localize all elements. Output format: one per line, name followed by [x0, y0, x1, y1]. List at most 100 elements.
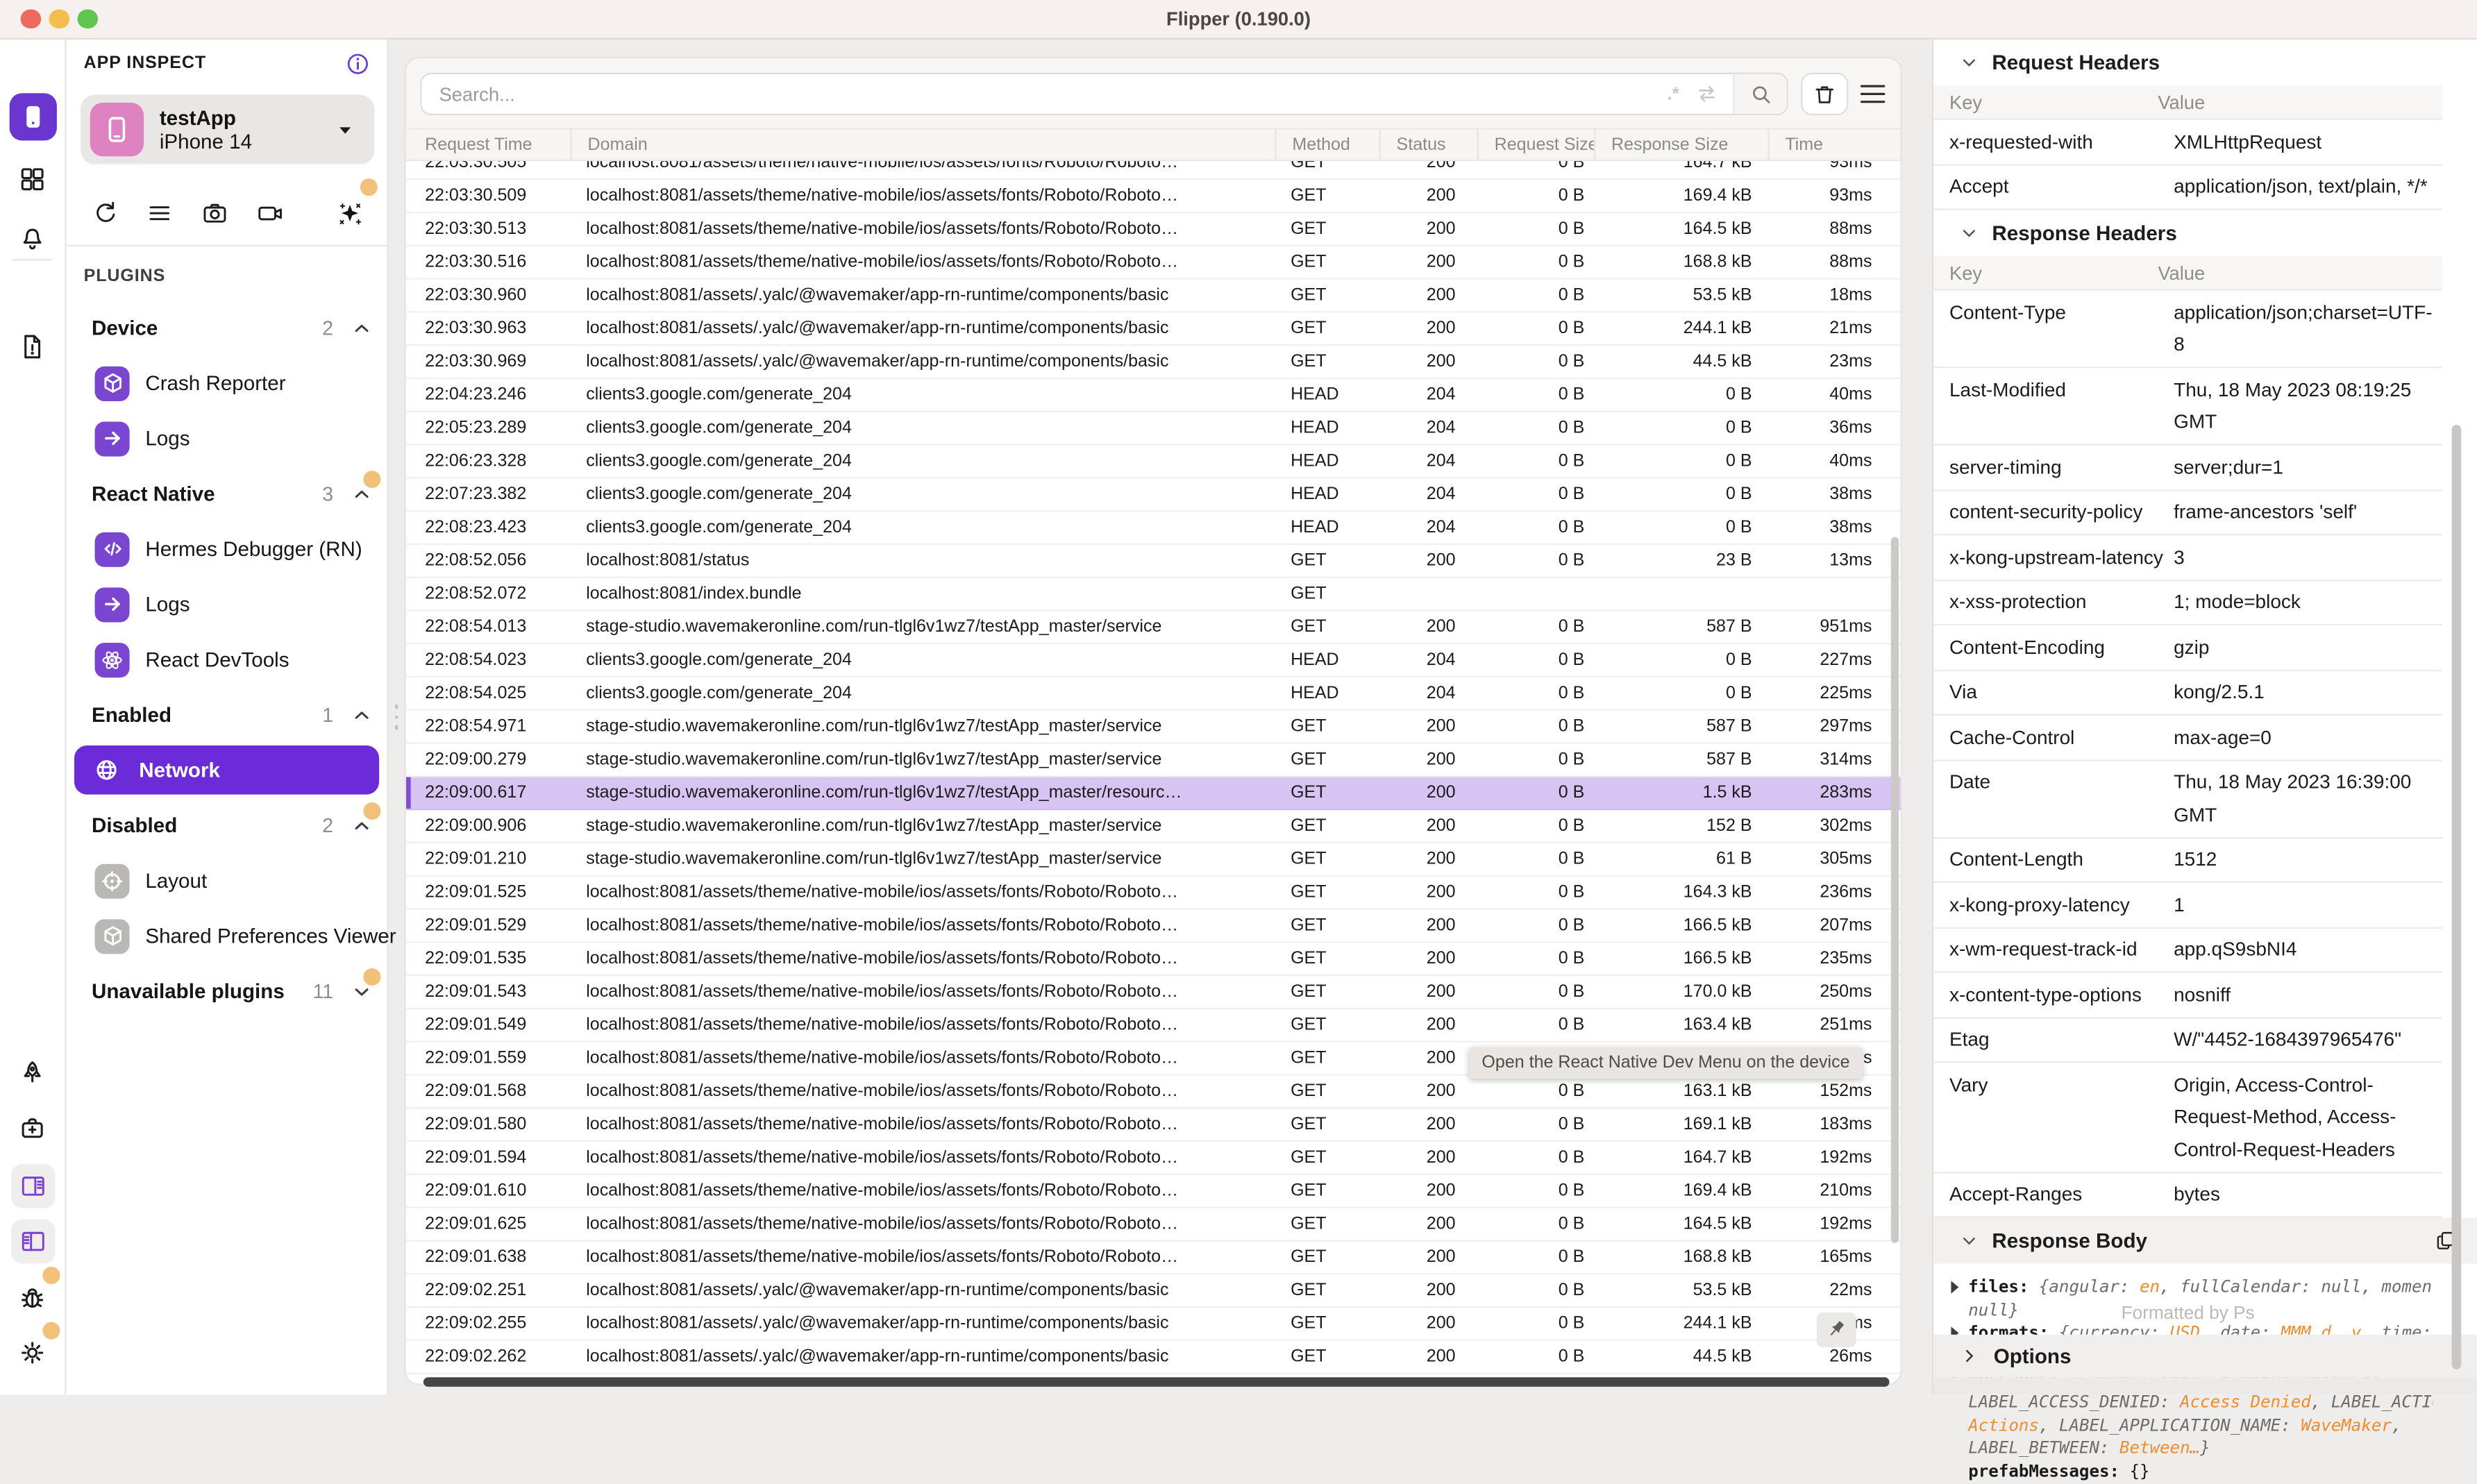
table-row[interactable]: 22:09:01.610localhost:8081/assets/theme/…	[406, 1175, 1902, 1208]
table-row[interactable]: 22:07:23.382clients3.google.com/generate…	[406, 478, 1902, 512]
column-header-status[interactable]: Status	[1379, 130, 1477, 160]
request-headers-section[interactable]: Request Headers	[1933, 40, 2442, 85]
table-row[interactable]: 22:09:02.251localhost:8081/assets/.yalc/…	[406, 1274, 1902, 1308]
sidebar-divider	[67, 245, 387, 246]
rail-rocket-icon[interactable]	[0, 1059, 65, 1088]
options-section[interactable]: Options	[1933, 1335, 2477, 1377]
table-row[interactable]: 22:03:30.509localhost:8081/assets/theme/…	[406, 180, 1902, 213]
plugin-group-disabled[interactable]: Disabled 2	[67, 798, 387, 853]
sidebar-item-logs[interactable]: Logs	[67, 577, 387, 632]
table-row[interactable]: 22:09:01.580localhost:8081/assets/theme/…	[406, 1108, 1902, 1142]
chevron-down-icon	[1960, 224, 1978, 242]
json-line[interactable]: files: {angular: en, fullCalendar: null,…	[1949, 1276, 2433, 1299]
table-row[interactable]: 22:09:01.210stage-studio.wavemakeronline…	[406, 843, 1902, 877]
device-selector[interactable]: testApp iPhone 14	[81, 95, 374, 165]
table-row[interactable]: 22:05:23.289clients3.google.com/generate…	[406, 412, 1902, 446]
table-row[interactable]: 22:08:52.056localhost:8081/statusGET2000…	[406, 545, 1902, 578]
minimize-traffic-light[interactable]	[49, 9, 69, 28]
table-row[interactable]: 22:03:30.516localhost:8081/assets/theme/…	[406, 246, 1902, 280]
table-row[interactable]: 22:03:30.963localhost:8081/assets/.yalc/…	[406, 313, 1902, 346]
response-body-section[interactable]: Response Body	[1933, 1217, 2477, 1263]
plugin-group-unavailable-plugins[interactable]: Unavailable plugins 11	[67, 963, 387, 1019]
table-row[interactable]: 22:03:30.505localhost:8081/assets/theme/…	[406, 161, 1902, 180]
response-headers-section[interactable]: Response Headers	[1933, 210, 2442, 256]
table-row[interactable]: 22:08:54.013stage-studio.wavemakeronline…	[406, 612, 1902, 645]
sidebar-item-network[interactable]: Network	[67, 742, 387, 798]
table-row[interactable]: 22:03:30.513localhost:8081/assets/theme/…	[406, 213, 1902, 246]
table-row[interactable]: 22:08:23.423clients3.google.com/generate…	[406, 512, 1902, 545]
table-row[interactable]: 22:09:01.529localhost:8081/assets/theme/…	[406, 910, 1902, 943]
toolbar-video-icon[interactable]	[250, 193, 291, 234]
table-row[interactable]: 22:09:01.568localhost:8081/assets/theme/…	[406, 1076, 1902, 1109]
rail-doc-alert-icon[interactable]	[0, 332, 65, 362]
table-row[interactable]: 22:04:23.246clients3.google.com/generate…	[406, 379, 1902, 412]
notification-dot	[360, 178, 378, 196]
table-row[interactable]: 22:08:54.971stage-studio.wavemakeronline…	[406, 711, 1902, 744]
plugin-group-device[interactable]: Device 2	[67, 300, 387, 355]
sidebar-item-crash-reporter[interactable]: Crash Reporter	[67, 355, 387, 411]
info-icon[interactable]	[344, 51, 371, 78]
notification-dot	[363, 471, 380, 488]
sidebar-item-hermes-debugger-rn-[interactable]: Hermes Debugger (RN)	[67, 521, 387, 577]
rail-grid-icon[interactable]	[0, 165, 65, 194]
table-row[interactable]: 22:08:54.025clients3.google.com/generate…	[406, 677, 1902, 711]
table-row[interactable]: 22:09:02.262localhost:8081/assets/.yalc/…	[406, 1341, 1902, 1374]
column-header-request-size[interactable]: Request Size	[1477, 130, 1594, 160]
table-horizontal-scrollbar[interactable]	[423, 1377, 1890, 1387]
table-row[interactable]: 22:09:01.638localhost:8081/assets/theme/…	[406, 1242, 1902, 1275]
sidebar-resize-handle[interactable]	[390, 705, 403, 743]
table-row[interactable]: 22:09:00.279stage-studio.wavemakeronline…	[406, 744, 1902, 777]
column-header-time[interactable]: Time	[1768, 130, 1890, 160]
toolbar-sparkle-icon[interactable]	[328, 193, 369, 234]
toolbar-camera-icon[interactable]	[194, 193, 235, 234]
sidebar-item-react-devtools[interactable]: React DevTools	[67, 632, 387, 687]
table-row[interactable]: 22:09:00.617stage-studio.wavemakeronline…	[406, 777, 1902, 811]
chevron-up-icon	[352, 319, 371, 337]
rail-gear-icon[interactable]	[0, 1338, 65, 1367]
device-name: iPhone 14	[160, 130, 252, 153]
regex-icon[interactable]: .*	[1656, 85, 1690, 103]
table-row[interactable]: 22:08:54.023clients3.google.com/generate…	[406, 644, 1902, 677]
table-row[interactable]: 22:06:23.328clients3.google.com/generate…	[406, 446, 1902, 479]
rail-panel-left-icon[interactable]	[0, 1220, 65, 1264]
table-row[interactable]: 22:09:01.549localhost:8081/assets/theme/…	[406, 1009, 1902, 1043]
column-header-method[interactable]: Method	[1275, 130, 1379, 160]
rail-bell-icon[interactable]	[0, 224, 65, 254]
sidebar-item-logs[interactable]: Logs	[67, 411, 387, 466]
toolbar-refresh-icon[interactable]	[85, 193, 126, 234]
sidebar-item-shared-preferences-viewer[interactable]: Shared Preferences Viewer	[67, 908, 387, 963]
search-icon[interactable]	[1733, 74, 1786, 114]
trash-icon	[1812, 81, 1837, 106]
search-input[interactable]	[422, 83, 1656, 105]
panel-scrollbar[interactable]	[2452, 425, 2462, 1369]
clear-requests-button[interactable]	[1801, 73, 1848, 115]
table-menu-button[interactable]	[1859, 84, 1886, 105]
zoom-traffic-light[interactable]	[77, 9, 96, 28]
column-header-domain[interactable]: Domain	[570, 130, 1275, 160]
table-row[interactable]: 22:08:52.072localhost:8081/index.bundleG…	[406, 578, 1902, 612]
rail-panel-right-icon[interactable]	[0, 1164, 65, 1208]
table-row[interactable]: 22:09:01.535localhost:8081/assets/theme/…	[406, 943, 1902, 976]
plugin-group-enabled[interactable]: Enabled 1	[67, 687, 387, 743]
notification-dot	[363, 968, 380, 986]
table-row[interactable]: 22:03:30.969localhost:8081/assets/.yalc/…	[406, 346, 1902, 379]
close-traffic-light[interactable]	[21, 9, 40, 28]
table-row[interactable]: 22:09:00.906stage-studio.wavemakeronline…	[406, 810, 1902, 843]
table-row[interactable]: 22:09:01.525localhost:8081/assets/theme/…	[406, 877, 1902, 910]
rail-medical-bag-icon[interactable]	[0, 1113, 65, 1143]
column-header-request-time[interactable]: Request Time	[406, 130, 571, 160]
sidebar-item-layout[interactable]: Layout	[67, 853, 387, 909]
swap-arrows-icon[interactable]	[1690, 82, 1733, 106]
table-vertical-scrollbar[interactable]	[1891, 537, 1899, 1243]
toolbar-menu-icon[interactable]	[139, 193, 180, 234]
table-row[interactable]: 22:09:01.594localhost:8081/assets/theme/…	[406, 1142, 1902, 1175]
table-row[interactable]: 22:03:30.960localhost:8081/assets/.yalc/…	[406, 280, 1902, 313]
table-row[interactable]: 22:09:01.625localhost:8081/assets/theme/…	[406, 1208, 1902, 1242]
rail-app-tile-icon[interactable]	[0, 93, 65, 140]
table-row[interactable]: 22:09:01.543localhost:8081/assets/theme/…	[406, 976, 1902, 1009]
plugin-group-react-native[interactable]: React Native 3	[67, 466, 387, 521]
table-row[interactable]: 22:09:02.255localhost:8081/assets/.yalc/…	[406, 1308, 1902, 1341]
column-header-response-size[interactable]: Response Size	[1594, 130, 1768, 160]
section-title: Request Headers	[1992, 51, 2160, 74]
rail-bug-icon[interactable]	[0, 1283, 65, 1313]
